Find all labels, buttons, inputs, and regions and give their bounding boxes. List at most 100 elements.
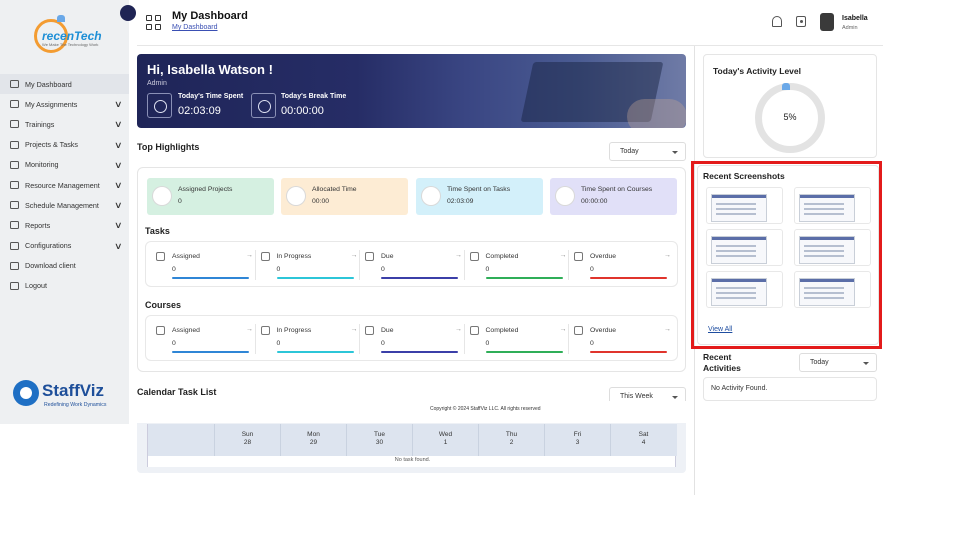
sidebar: recenTech We Make The Technology Work My… (0, 0, 129, 424)
stat-due[interactable]: Due → 0 (359, 242, 463, 288)
stat-bar (590, 351, 667, 353)
stat-completed[interactable]: Completed → 0 (463, 242, 568, 288)
sidebar-item-my-dashboard[interactable]: My Dashboard (0, 74, 129, 95)
sidebar-item-label: Logout (25, 281, 47, 291)
sidebar-item-monitoring[interactable]: Monitoring ∨ (0, 155, 129, 175)
stat-divider (359, 250, 360, 280)
staffviz-logo: StaffViz Redefining Work Dynamics (12, 378, 122, 414)
arrow-right-icon[interactable]: → (455, 326, 462, 333)
stat-overdue[interactable]: Overdue → 0 (568, 316, 672, 362)
highlight-icon (421, 186, 441, 206)
break-time-label: Today's Break Time (281, 93, 347, 100)
recent-activities-empty: No Activity Found. (711, 385, 768, 392)
arrow-right-icon[interactable]: → (560, 326, 567, 333)
stat-value: 0 (172, 266, 176, 273)
breadcrumb[interactable]: My Dashboard (172, 24, 218, 31)
chevron-down-icon[interactable]: ∨ (114, 200, 123, 211)
sidebar-item-resource-management[interactable]: Resource Management ∨ (0, 175, 129, 195)
sidebar-item-projects-tasks[interactable]: Projects & Tasks ∨ (0, 135, 129, 155)
stat-divider (568, 324, 569, 354)
arrow-right-icon[interactable]: → (455, 252, 462, 259)
chevron-down-icon[interactable]: ∨ (114, 140, 123, 151)
stat-label: Completed (485, 253, 519, 260)
sidebar-item-reports[interactable]: Reports ∨ (0, 215, 129, 235)
highlight-icon (286, 186, 306, 206)
highlight-value: 00:00:00 (581, 198, 608, 205)
stat-value: 0 (381, 266, 385, 273)
chevron-down-icon[interactable]: ∨ (114, 180, 123, 191)
reports-icon (10, 221, 19, 230)
stat-label: Due (381, 327, 394, 334)
sidebar-item-trainings[interactable]: Trainings ∨ (0, 114, 129, 134)
bell-icon[interactable] (772, 16, 782, 27)
chevron-down-icon[interactable]: ∨ (114, 99, 123, 110)
day-date: 1 (443, 439, 448, 446)
sidebar-item-label: My Assignments (25, 99, 78, 109)
avatar[interactable] (820, 13, 834, 31)
arrow-right-icon[interactable]: → (246, 326, 253, 333)
download-client-icon (10, 261, 19, 270)
chevron-down-icon[interactable]: ∨ (114, 220, 123, 231)
arrow-right-icon[interactable]: → (664, 326, 671, 333)
sidebar-item-my-assignments[interactable]: My Assignments ∨ (0, 94, 129, 114)
activities-filter-select[interactable]: Today (799, 353, 877, 372)
stat-value: 0 (590, 340, 594, 347)
user-role: Admin (842, 25, 858, 31)
sidebar-item-label: Resource Management (25, 180, 100, 190)
time-spent-value: 02:03:09 (178, 105, 221, 117)
chevron-down-icon[interactable]: ∨ (114, 160, 123, 171)
user-name[interactable]: Isabella (842, 15, 868, 22)
stat-divider (568, 250, 569, 280)
calendar-day: Tue 30 (346, 424, 412, 456)
stat-divider (463, 324, 465, 354)
arrow-right-icon[interactable]: → (351, 252, 358, 259)
chevron-down-icon[interactable]: ∨ (114, 119, 123, 130)
stat-in-progress[interactable]: In Progress → 0 (254, 242, 359, 288)
stat-overdue[interactable]: Overdue → 0 (568, 242, 672, 288)
my-dashboard-icon (10, 80, 19, 89)
sidebar-item-configurations[interactable]: Configurations ∨ (0, 236, 129, 256)
sidebar-item-schedule-management[interactable]: Schedule Management ∨ (0, 195, 129, 215)
sidebar-item-logout[interactable]: Logout (0, 276, 129, 296)
arrow-right-icon[interactable]: → (664, 252, 671, 259)
sidebar-item-label: My Dashboard (25, 79, 72, 89)
highlight-value: 00:00 (312, 198, 330, 205)
stat-assigned[interactable]: Assigned → 0 (150, 316, 254, 362)
stat-assigned[interactable]: Assigned → 0 (150, 242, 254, 288)
stat-label: Due (381, 253, 394, 260)
welcome-banner: Hi, Isabella Watson ! Admin Today's Time… (137, 54, 686, 128)
highlight-icon (555, 186, 575, 206)
stat-completed[interactable]: Completed → 0 (463, 316, 568, 362)
highlights-filter-select[interactable]: Today (609, 142, 686, 161)
stat-value: 0 (172, 340, 176, 347)
calendar-day: Mon 29 (280, 424, 346, 456)
day-name: Wed (438, 431, 453, 438)
calendar-day: Sat 4 (610, 424, 676, 456)
stat-due[interactable]: Due → 0 (359, 316, 463, 362)
stat-value: 0 (485, 340, 490, 347)
stat-bar (276, 277, 354, 279)
sidebar-item-download-client[interactable]: Download client (0, 256, 129, 276)
courses-title: Courses (145, 300, 182, 310)
stat-label: Assigned (172, 327, 200, 334)
arrow-right-icon[interactable]: → (246, 252, 253, 259)
dashboard-grid-icon (146, 15, 161, 30)
arrow-right-icon[interactable]: → (351, 326, 358, 333)
id-badge-icon[interactable] (796, 16, 806, 27)
collapse-sidebar-button[interactable] (120, 5, 136, 21)
stat-icon (469, 252, 479, 261)
day-name: Sat (638, 431, 649, 438)
stat-in-progress[interactable]: In Progress → 0 (254, 316, 359, 362)
activity-title: Today's Activity Level (713, 66, 801, 76)
stat-icon (156, 326, 165, 335)
arrow-right-icon[interactable]: → (560, 252, 567, 259)
stat-divider (254, 324, 256, 354)
calendar-day: Sun 28 (214, 424, 280, 456)
stat-bar (172, 351, 249, 353)
stat-icon (365, 326, 374, 335)
calendar-empty-text: No task found. (394, 457, 431, 463)
chevron-down-icon[interactable]: ∨ (114, 241, 123, 252)
stat-icon (574, 326, 583, 335)
day-date: 3 (575, 439, 580, 446)
resource-management-icon (10, 181, 19, 190)
